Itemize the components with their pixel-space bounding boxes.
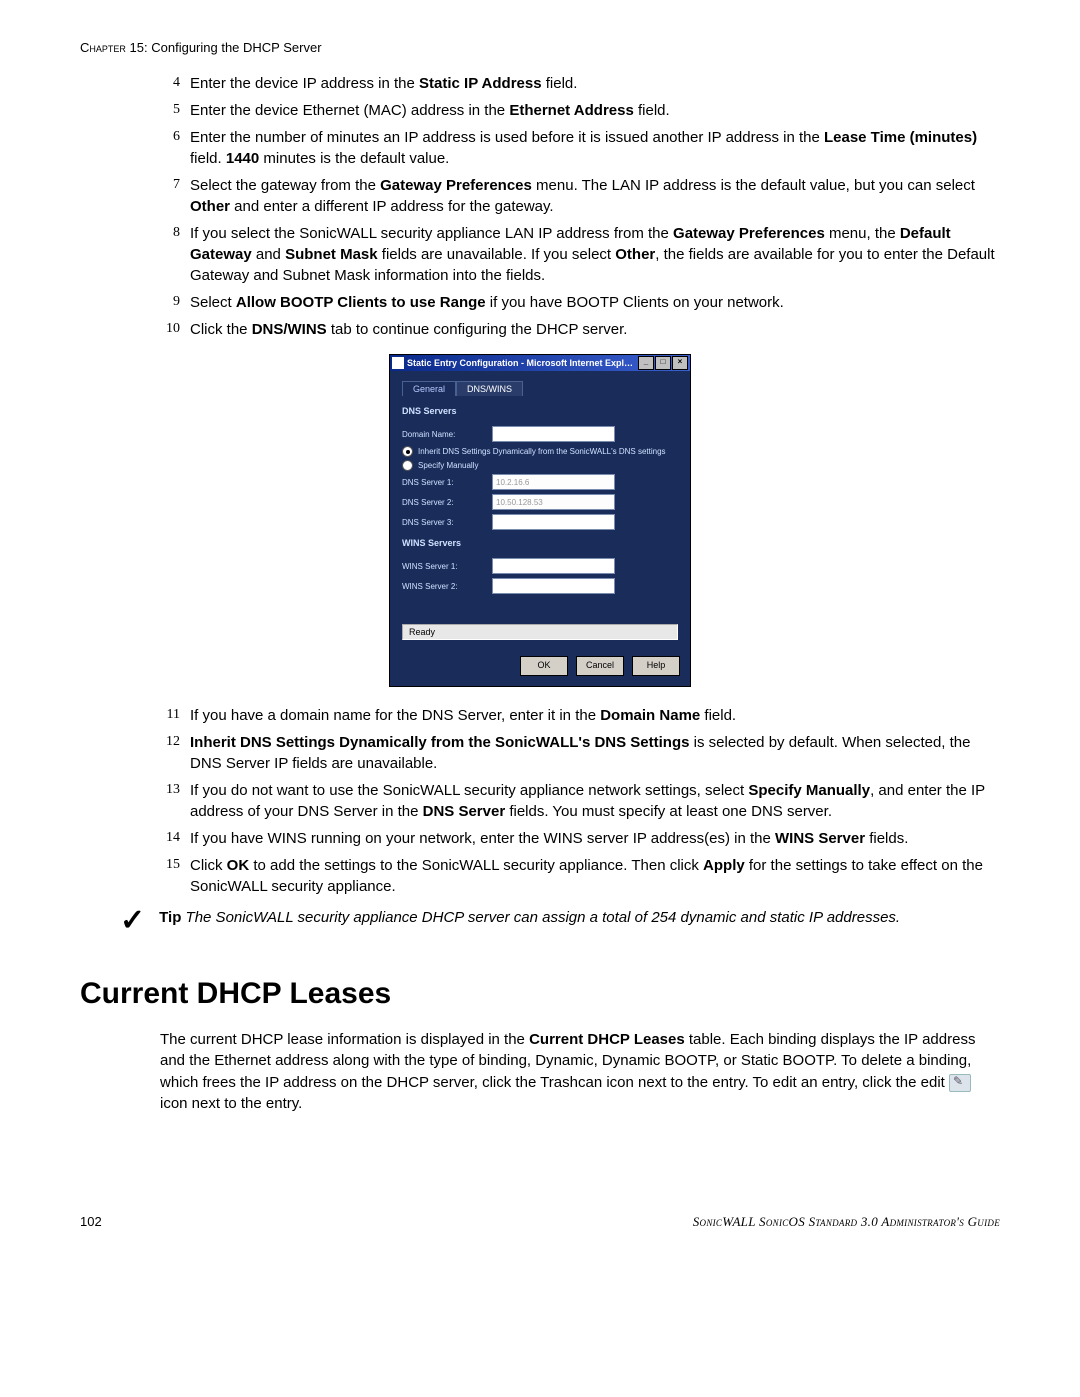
radio-manual[interactable] xyxy=(402,460,413,471)
cancel-button[interactable]: Cancel xyxy=(576,656,624,676)
step-text: Enter the device Ethernet (MAC) address … xyxy=(190,100,1000,121)
radio-manual-label: Specify Manually xyxy=(418,461,478,470)
step-number: 15 xyxy=(160,855,180,897)
wins-servers-heading: WINS Servers xyxy=(402,538,678,548)
step-item: 5 Enter the device Ethernet (MAC) address… xyxy=(160,100,1000,121)
chapter-header: Chapter 15: Configuring the DHCP Server xyxy=(80,40,1000,55)
domain-name-label: Domain Name: xyxy=(402,430,492,439)
steps-list-b: 11 If you have a domain name for the DNS … xyxy=(160,705,1000,897)
step-text: If you have WINS running on your network… xyxy=(190,828,1000,849)
dns2-input[interactable] xyxy=(492,494,615,510)
static-entry-dialog: Static Entry Configuration - Microsoft I… xyxy=(389,354,691,687)
step-text: If you do not want to use the SonicWALL … xyxy=(190,780,1000,822)
status-bar: Ready xyxy=(402,624,678,640)
step-item: 7Select the gateway from the Gateway Pre… xyxy=(160,175,1000,217)
wins1-label: WINS Server 1: xyxy=(402,562,492,571)
checkmark-icon: ✓ xyxy=(120,909,145,933)
step-item: 12Inherit DNS Settings Dynamically from … xyxy=(160,732,1000,774)
guide-title: SonicWALL SonicOS Standard 3.0 Administr… xyxy=(693,1214,1000,1230)
step-item: 9 Select Allow BOOTP Clients to use Range… xyxy=(160,292,1000,313)
domain-name-input[interactable] xyxy=(492,426,615,442)
steps-list-a: 4 Enter the device IP address in the Stat… xyxy=(160,73,1000,340)
tip-label: Tip xyxy=(159,909,181,926)
help-button[interactable]: Help xyxy=(632,656,680,676)
step-item: 11 If you have a domain name for the DNS … xyxy=(160,705,1000,726)
minimize-button[interactable]: _ xyxy=(638,356,654,370)
tab-dnswins[interactable]: DNS/WINS xyxy=(456,381,523,396)
step-item: 14 If you have WINS running on your netwo… xyxy=(160,828,1000,849)
step-text: Click OK to add the settings to the Soni… xyxy=(190,855,1000,897)
step-number: 8 xyxy=(160,223,180,286)
tab-general[interactable]: General xyxy=(402,381,456,396)
close-button[interactable]: × xyxy=(672,356,688,370)
dns1-input[interactable] xyxy=(492,474,615,490)
dialog-titlebar: Static Entry Configuration - Microsoft I… xyxy=(390,355,690,371)
dns3-label: DNS Server 3: xyxy=(402,518,492,527)
edit-icon xyxy=(949,1074,971,1092)
dialog-title: Static Entry Configuration - Microsoft I… xyxy=(407,358,638,368)
dialog-screenshot: Static Entry Configuration - Microsoft I… xyxy=(80,354,1000,687)
maximize-button[interactable]: □ xyxy=(655,356,671,370)
step-text: Enter the device IP address in the Stati… xyxy=(190,73,1000,94)
step-number: 9 xyxy=(160,292,180,313)
step-number: 14 xyxy=(160,828,180,849)
step-item: 15Click OK to add the settings to the So… xyxy=(160,855,1000,897)
tip-block: ✓ Tip The SonicWALL security appliance D… xyxy=(120,909,1000,933)
page-number: 102 xyxy=(80,1214,102,1229)
ok-button[interactable]: OK xyxy=(520,656,568,676)
step-number: 11 xyxy=(160,705,180,726)
step-number: 12 xyxy=(160,732,180,774)
step-number: 5 xyxy=(160,100,180,121)
wins1-input[interactable] xyxy=(492,558,615,574)
radio-inherit-label: Inherit DNS Settings Dynamically from th… xyxy=(418,447,666,456)
dns1-label: DNS Server 1: xyxy=(402,478,492,487)
step-item: 8If you select the SonicWALL security ap… xyxy=(160,223,1000,286)
step-number: 7 xyxy=(160,175,180,217)
step-item: 4 Enter the device IP address in the Stat… xyxy=(160,73,1000,94)
step-text: Click the DNS/WINS tab to continue confi… xyxy=(190,319,1000,340)
step-text: Enter the number of minutes an IP addres… xyxy=(190,127,1000,169)
step-text: If you have a domain name for the DNS Se… xyxy=(190,705,1000,726)
step-item: 13If you do not want to use the SonicWAL… xyxy=(160,780,1000,822)
dns2-label: DNS Server 2: xyxy=(402,498,492,507)
step-text: If you select the SonicWALL security app… xyxy=(190,223,1000,286)
step-item: 10 Click the DNS/WINS tab to continue con… xyxy=(160,319,1000,340)
page-footer: 102 SonicWALL SonicOS Standard 3.0 Admin… xyxy=(80,1214,1000,1230)
section-heading: Current DHCP Leases xyxy=(80,977,1000,1011)
step-number: 13 xyxy=(160,780,180,822)
step-number: 4 xyxy=(160,73,180,94)
radio-inherit[interactable] xyxy=(402,446,413,457)
dns3-input[interactable] xyxy=(492,514,615,530)
step-number: 6 xyxy=(160,127,180,169)
step-text: Select the gateway from the Gateway Pref… xyxy=(190,175,1000,217)
step-item: 6Enter the number of minutes an IP addre… xyxy=(160,127,1000,169)
wins2-label: WINS Server 2: xyxy=(402,582,492,591)
wins2-input[interactable] xyxy=(492,578,615,594)
tip-text: The SonicWALL security appliance DHCP se… xyxy=(186,909,901,926)
leases-paragraph: The current DHCP lease information is di… xyxy=(160,1029,1000,1114)
step-number: 10 xyxy=(160,319,180,340)
step-text: Select Allow BOOTP Clients to use Range … xyxy=(190,292,1000,313)
step-text: Inherit DNS Settings Dynamically from th… xyxy=(190,732,1000,774)
dns-servers-heading: DNS Servers xyxy=(402,406,678,416)
ie-icon xyxy=(392,357,404,369)
